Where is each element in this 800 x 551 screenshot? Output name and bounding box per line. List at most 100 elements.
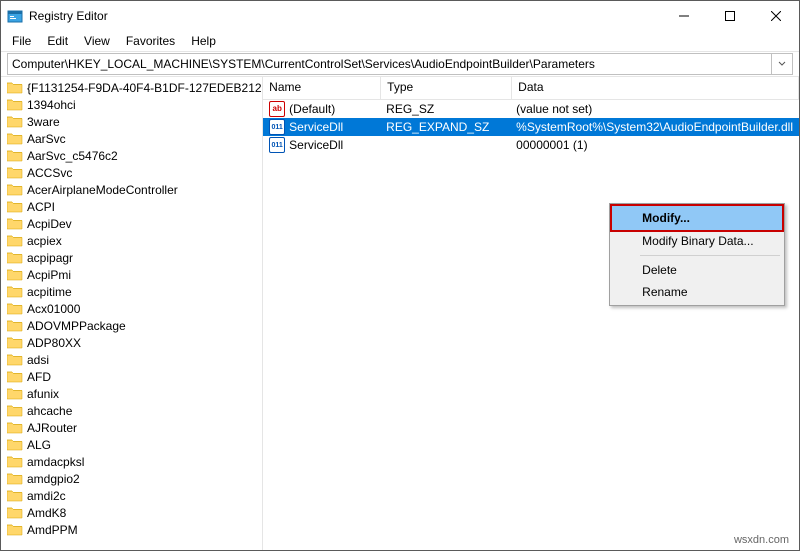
folder-icon (7, 489, 23, 502)
titlebar: Registry Editor (1, 1, 799, 31)
folder-icon (7, 115, 23, 128)
address-dropdown-button[interactable] (772, 53, 793, 75)
folder-icon (7, 455, 23, 468)
menu-file[interactable]: File (5, 33, 38, 49)
menu-help[interactable]: Help (184, 33, 223, 49)
tree-item-label: acpipagr (27, 251, 73, 265)
menu-edit[interactable]: Edit (40, 33, 75, 49)
tree-item-label: AcerAirplaneModeController (27, 183, 178, 197)
tree-item[interactable]: 1394ohci (1, 96, 262, 113)
tree-item-label: AmdPPM (27, 523, 78, 537)
tree-item[interactable]: amdacpksl (1, 453, 262, 470)
context-menu: Modify... Modify Binary Data... Delete R… (609, 203, 785, 306)
tree-item-label: ALG (27, 438, 51, 452)
tree-item[interactable]: ADOVMPPackage (1, 317, 262, 334)
watermark: wsxdn.com (734, 534, 789, 546)
tree-item[interactable]: AarSvc_c5476c2 (1, 147, 262, 164)
ctx-rename[interactable]: Rename (612, 281, 782, 303)
tree-item[interactable]: ACPI (1, 198, 262, 215)
value-list: Name Type Data ab(Default)REG_SZ(value n… (263, 77, 799, 550)
folder-icon (7, 421, 23, 434)
tree-item[interactable]: Acx01000 (1, 300, 262, 317)
tree-item-label: AcpiDev (27, 217, 72, 231)
tree-item[interactable]: AFD (1, 368, 262, 385)
ctx-modify[interactable]: Modify... (610, 204, 784, 232)
folder-icon (7, 285, 23, 298)
list-row[interactable]: 011ServiceDllREG_EXPAND_SZ%SystemRoot%\S… (263, 118, 799, 136)
tree-item-label: ADOVMPPackage (27, 319, 126, 333)
list-row[interactable]: ab(Default)REG_SZ(value not set) (263, 100, 799, 118)
tree-item-label: ACPI (27, 200, 55, 214)
folder-icon (7, 234, 23, 247)
tree-item[interactable]: ACCSvc (1, 164, 262, 181)
menu-favorites[interactable]: Favorites (119, 33, 182, 49)
tree-item-label: {F1131254-F9DA-40F4-B1DF-127EDEB212F0} (27, 81, 263, 95)
window-controls (661, 1, 799, 31)
column-name[interactable]: Name (263, 77, 381, 99)
tree-item-label: AFD (27, 370, 51, 384)
tree-item-label: 1394ohci (27, 98, 76, 112)
value-type: REG_SZ (380, 102, 510, 116)
tree-item[interactable]: amdgpio2 (1, 470, 262, 487)
folder-icon (7, 98, 23, 111)
binary-value-icon: 011 (269, 137, 285, 153)
value-name: ServiceDll (289, 120, 343, 134)
folder-icon (7, 183, 23, 196)
tree-item[interactable]: amdi2c (1, 487, 262, 504)
folder-icon (7, 506, 23, 519)
tree-item-label: ADP80XX (27, 336, 81, 350)
tree-item-label: adsi (27, 353, 49, 367)
tree-item[interactable]: AcerAirplaneModeController (1, 181, 262, 198)
tree-item[interactable]: afunix (1, 385, 262, 402)
folder-icon (7, 149, 23, 162)
binary-value-icon: 011 (269, 119, 285, 135)
ctx-delete[interactable]: Delete (612, 259, 782, 281)
tree-item[interactable]: AcpiPmi (1, 266, 262, 283)
key-tree[interactable]: {F1131254-F9DA-40F4-B1DF-127EDEB212F0} 13… (1, 77, 263, 550)
tree-item-label: 3ware (27, 115, 60, 129)
folder-icon (7, 319, 23, 332)
tree-item[interactable]: ahcache (1, 402, 262, 419)
column-type[interactable]: Type (381, 77, 512, 99)
minimize-button[interactable] (661, 1, 707, 31)
tree-item-label: acpitime (27, 285, 72, 299)
folder-icon (7, 370, 23, 383)
tree-item-label: afunix (27, 387, 59, 401)
column-data[interactable]: Data (512, 77, 799, 99)
tree-item[interactable]: AmdPPM (1, 521, 262, 538)
value-name: ServiceDll (289, 138, 343, 152)
folder-icon (7, 217, 23, 230)
tree-item-label: amdgpio2 (27, 472, 80, 486)
tree-item[interactable]: AarSvc (1, 130, 262, 147)
list-header: Name Type Data (263, 77, 799, 100)
folder-icon (7, 268, 23, 281)
close-button[interactable] (753, 1, 799, 31)
window-title: Registry Editor (29, 9, 661, 23)
tree-item[interactable]: acpiex (1, 232, 262, 249)
tree-item[interactable]: AmdK8 (1, 504, 262, 521)
tree-item[interactable]: acpipagr (1, 249, 262, 266)
tree-item-label: AarSvc (27, 132, 66, 146)
tree-item[interactable]: ALG (1, 436, 262, 453)
folder-icon (7, 302, 23, 315)
maximize-button[interactable] (707, 1, 753, 31)
ctx-modify-binary[interactable]: Modify Binary Data... (612, 230, 782, 252)
tree-item[interactable]: {F1131254-F9DA-40F4-B1DF-127EDEB212F0} (1, 79, 262, 96)
address-bar (1, 51, 799, 77)
tree-item[interactable]: ADP80XX (1, 334, 262, 351)
tree-item-label: amdi2c (27, 489, 66, 503)
tree-item[interactable]: adsi (1, 351, 262, 368)
folder-icon (7, 336, 23, 349)
tree-item[interactable]: AJRouter (1, 419, 262, 436)
tree-item[interactable]: AcpiDev (1, 215, 262, 232)
value-data: %SystemRoot%\System32\AudioEndpointBuild… (510, 120, 799, 134)
tree-item-label: AarSvc_c5476c2 (27, 149, 118, 163)
folder-icon (7, 387, 23, 400)
tree-item[interactable]: acpitime (1, 283, 262, 300)
folder-icon (7, 166, 23, 179)
tree-item[interactable]: 3ware (1, 113, 262, 130)
folder-icon (7, 472, 23, 485)
menu-view[interactable]: View (77, 33, 117, 49)
list-row[interactable]: 011ServiceDll00000001 (1) (263, 136, 799, 154)
address-input[interactable] (7, 53, 772, 75)
